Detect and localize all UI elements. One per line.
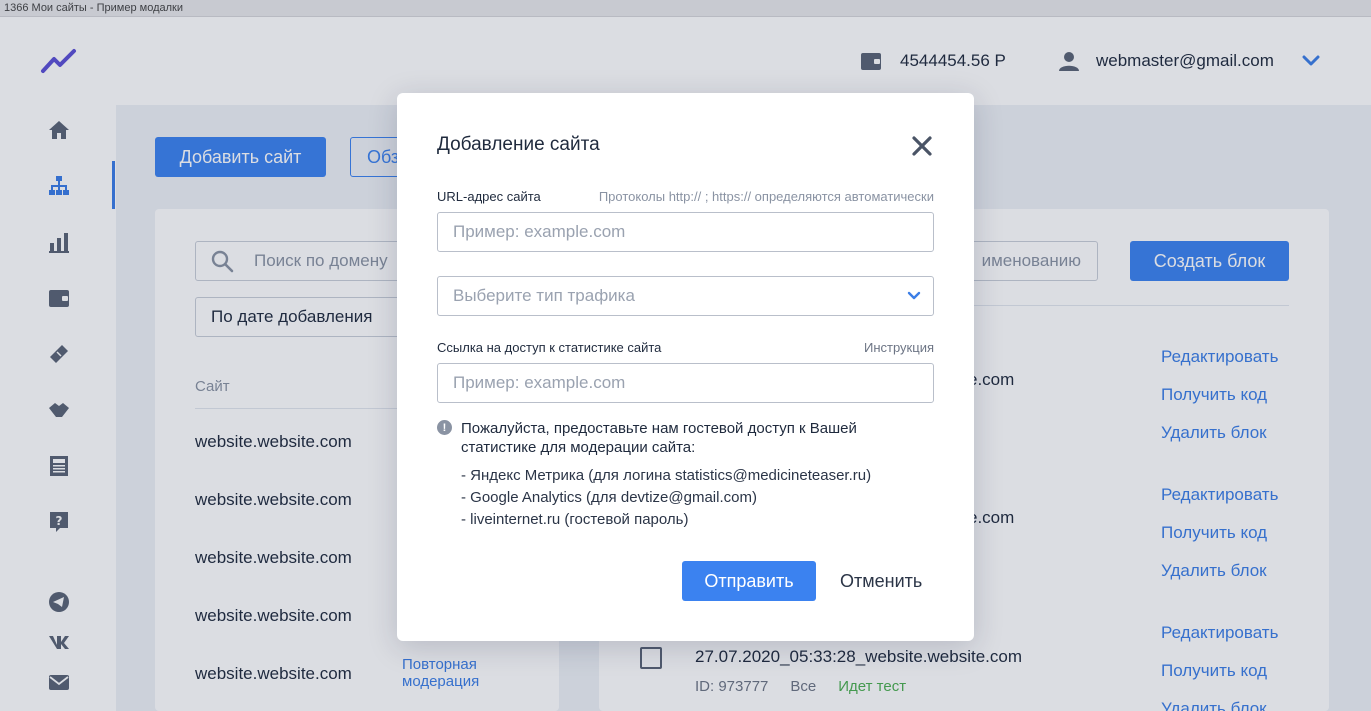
chevron-down-icon <box>907 291 921 300</box>
stats-label: Ссылка на доступ к статистике сайта <box>437 340 662 355</box>
info-text: Пожалуйста, предоставьте нам гостевой до… <box>461 420 857 456</box>
traffic-type-select[interactable]: Выберите тип трафика <box>437 276 934 316</box>
instruction-link[interactable]: Инструкция <box>864 340 934 355</box>
url-label: URL-адрес сайта <box>437 189 541 204</box>
info-list-item: - liveinternet.ru (гостевой пароль) <box>461 511 689 528</box>
traffic-type-placeholder: Выберите тип трафика <box>453 286 635 305</box>
info-list: - Яндекс Метрика (для логина statistics@… <box>461 465 871 531</box>
info-icon: ! <box>437 420 452 435</box>
url-input[interactable]: Пример: example.com <box>437 212 934 252</box>
add-site-modal: Добавление сайта URL-адрес сайта Протоко… <box>397 93 974 641</box>
url-hint: Протоколы http:// ; https:// определяютс… <box>598 189 934 204</box>
cancel-button[interactable]: Отменить <box>840 561 922 601</box>
modal-title: Добавление сайта <box>437 134 600 155</box>
info-list-item: - Яндекс Метрика (для логина statistics@… <box>461 467 872 484</box>
info-list-item: - Google Analytics (для devtize@gmail.co… <box>461 489 757 506</box>
close-icon[interactable] <box>911 135 933 157</box>
submit-button[interactable]: Отправить <box>682 561 816 601</box>
stats-url-input[interactable]: Пример: example.com <box>437 363 934 403</box>
